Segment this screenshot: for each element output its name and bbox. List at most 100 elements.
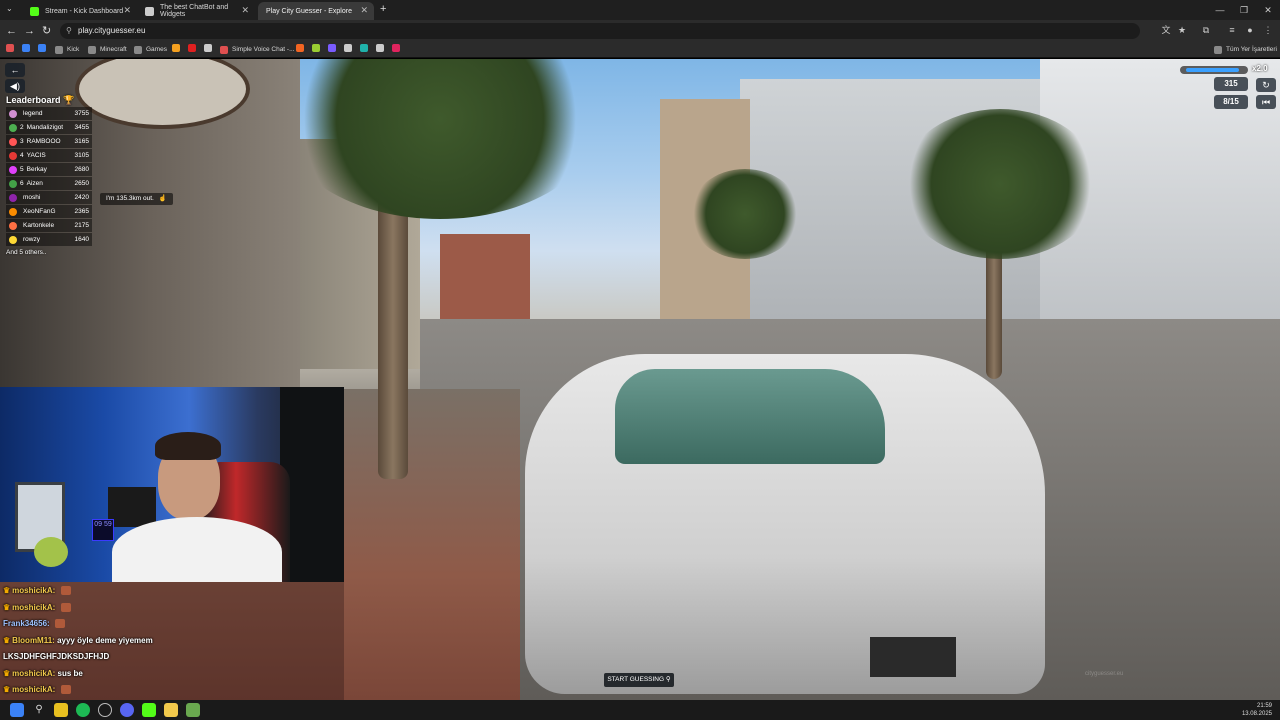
player-score: 2175 xyxy=(74,222,89,229)
leaderboard-title: Leaderboard 🏆 xyxy=(6,95,75,105)
kick-app-icon[interactable] xyxy=(142,703,156,717)
close-tab-icon[interactable]: ✕ xyxy=(360,5,368,16)
watermark: cityguesser.eu xyxy=(1085,671,1124,677)
chat-text: ayyy öyle deme yiyemem xyxy=(57,635,153,645)
round-counter: 8/15 xyxy=(1214,95,1248,109)
webcam-overlay: 09 59 xyxy=(0,387,344,582)
sound-toggle-button[interactable]: ◀) xyxy=(5,79,25,93)
bookmark-icon-10[interactable] xyxy=(344,44,356,52)
crown-icon: ♛ xyxy=(3,668,11,678)
chat-username[interactable]: moshicikA: xyxy=(12,669,55,678)
red-brick-building xyxy=(440,234,530,324)
leaderboard-row: 3 RAMBOOO 3165 xyxy=(6,135,92,148)
crown-icon: ♛ xyxy=(3,635,11,645)
bookmark-star-icon[interactable]: ★ xyxy=(1176,24,1188,36)
player-name: XeoNFanG xyxy=(23,208,56,215)
chat-username[interactable]: BloomM11: xyxy=(12,636,55,645)
bookmark-icon-5[interactable] xyxy=(188,44,200,52)
bookmark-games[interactable]: Games xyxy=(134,44,167,56)
streamer-shirt xyxy=(112,517,282,582)
tab-search-icon[interactable]: ⌄ xyxy=(6,4,13,13)
crown-icon: ♛ xyxy=(3,685,11,694)
car-windshield xyxy=(615,369,885,464)
bookmark-icon-13[interactable] xyxy=(392,44,404,52)
bookmark-minecraft[interactable]: Minecraft xyxy=(88,44,127,56)
search-icon[interactable]: ⚲ xyxy=(32,703,46,717)
reset-view-button[interactable]: ↻ xyxy=(1256,78,1276,92)
tab-city-guesser[interactable]: Play City Guesser - Explore ✕ xyxy=(258,2,374,20)
leaderboard-row: 6 Aizen 2650 xyxy=(6,177,92,190)
zoom-slider-fill xyxy=(1186,68,1239,72)
start-guessing-button[interactable]: START GUESSING ⚲ xyxy=(604,673,674,687)
chat-message: ♛ BloomM11: ayyy öyle deme yiyemem xyxy=(3,636,153,645)
bookmark-icon-8[interactable] xyxy=(312,44,324,52)
chat-text: sus be xyxy=(57,668,83,678)
extensions-icon[interactable]: ⧉ xyxy=(1200,24,1212,36)
avatar xyxy=(9,151,17,160)
player-name: legend xyxy=(23,110,43,117)
minimize-icon[interactable]: — xyxy=(1208,0,1232,20)
chat-username[interactable]: moshicikA: xyxy=(12,586,55,595)
bookmark-icon-3[interactable] xyxy=(38,44,50,52)
bookmark-icon-11[interactable] xyxy=(360,44,372,52)
chrome-icon[interactable] xyxy=(54,703,68,717)
close-window-icon[interactable]: ✕ xyxy=(1256,0,1280,20)
tab-label: The best ChatBot and Widgets xyxy=(160,4,229,18)
minecraft-icon[interactable] xyxy=(186,703,200,717)
zoom-label: x2.0 xyxy=(1252,64,1268,73)
chat-username[interactable]: Frank34656: xyxy=(3,619,50,628)
folder-icon xyxy=(88,46,96,54)
skip-back-button[interactable]: ⏮ xyxy=(1256,95,1276,109)
tab-chatbot-widgets[interactable]: The best ChatBot and Widgets ✕ xyxy=(137,2,255,20)
obs-icon[interactable] xyxy=(98,703,112,717)
maximize-icon[interactable]: ❐ xyxy=(1232,0,1256,20)
all-bookmarks[interactable]: Tüm Yer İşaretleri xyxy=(1214,44,1277,56)
palm-fronds xyxy=(690,169,800,259)
folder-icon xyxy=(55,46,63,54)
bookmark-icon-12[interactable] xyxy=(376,44,388,52)
file-explorer-icon[interactable] xyxy=(164,703,178,717)
avatar xyxy=(9,137,17,146)
reload-icon[interactable]: ↻ xyxy=(42,24,51,38)
system-clock[interactable]: 21:59 13.08.2025 xyxy=(1242,702,1272,718)
tab-kick-dashboard[interactable]: Stream - Kick Dashboard ✕ xyxy=(22,2,137,20)
spotify-icon[interactable] xyxy=(76,703,90,717)
media-icon[interactable]: ≡ xyxy=(1226,24,1238,36)
new-tab-button[interactable]: + xyxy=(380,3,386,15)
chat-message: ♛ moshicikA: sus be xyxy=(3,669,83,678)
chat-username[interactable]: moshicikA: xyxy=(12,603,55,612)
site-info-icon[interactable]: ⚲ xyxy=(66,23,72,39)
bookmark-simple-voice-chat[interactable]: Simple Voice Chat -... xyxy=(220,44,295,56)
profile-icon[interactable]: ● xyxy=(1244,24,1256,36)
avatar xyxy=(9,221,17,230)
menu-icon[interactable]: ⋮ xyxy=(1262,24,1274,36)
bookmark-icon-4[interactable] xyxy=(172,44,184,52)
url-text: play.cityguesser.eu xyxy=(78,26,146,35)
bookmark-icon-2[interactable] xyxy=(22,44,34,52)
back-icon[interactable]: ← xyxy=(6,24,17,38)
bookmark-icon-1[interactable] xyxy=(6,44,18,52)
url-bar[interactable]: ⚲ play.cityguesser.eu xyxy=(60,23,1140,39)
bookmark-kick[interactable]: Kick xyxy=(55,44,79,56)
bookmarks-bar: Kick Minecraft Games Simple Voice Chat -… xyxy=(0,42,1280,58)
leaderboard-row: 2 Mandalizigot 3455 xyxy=(6,121,92,134)
leaderboard-row: XeoNFanG 2365 xyxy=(6,205,92,218)
close-tab-icon[interactable]: ✕ xyxy=(241,5,249,16)
distance-tooltip: I'm 135.3km out. ☝ xyxy=(100,193,173,205)
windows-start-icon[interactable] xyxy=(10,703,24,717)
chat-username[interactable]: moshicikA: xyxy=(12,685,55,694)
bookmark-icon-6[interactable] xyxy=(204,44,216,52)
bookmark-icon-9[interactable] xyxy=(328,44,340,52)
folder-icon xyxy=(1214,46,1222,54)
back-arrow-button[interactable]: ← xyxy=(5,63,25,77)
skip-back-icon: ⏮ xyxy=(1261,97,1271,107)
translate-icon[interactable]: 文 xyxy=(1160,24,1172,36)
close-tab-icon[interactable]: ✕ xyxy=(123,5,131,16)
emoji-sticker xyxy=(34,537,68,567)
player-name: 4 YACIS xyxy=(20,152,46,159)
bookmark-icon-7[interactable] xyxy=(296,44,308,52)
forward-icon[interactable]: → xyxy=(24,24,35,38)
leaderboard: Leaderboard 🏆 legend 3755 2 Mandalizigot 345… xyxy=(6,95,92,256)
player-score: 2420 xyxy=(74,194,89,201)
discord-icon[interactable] xyxy=(120,703,134,717)
